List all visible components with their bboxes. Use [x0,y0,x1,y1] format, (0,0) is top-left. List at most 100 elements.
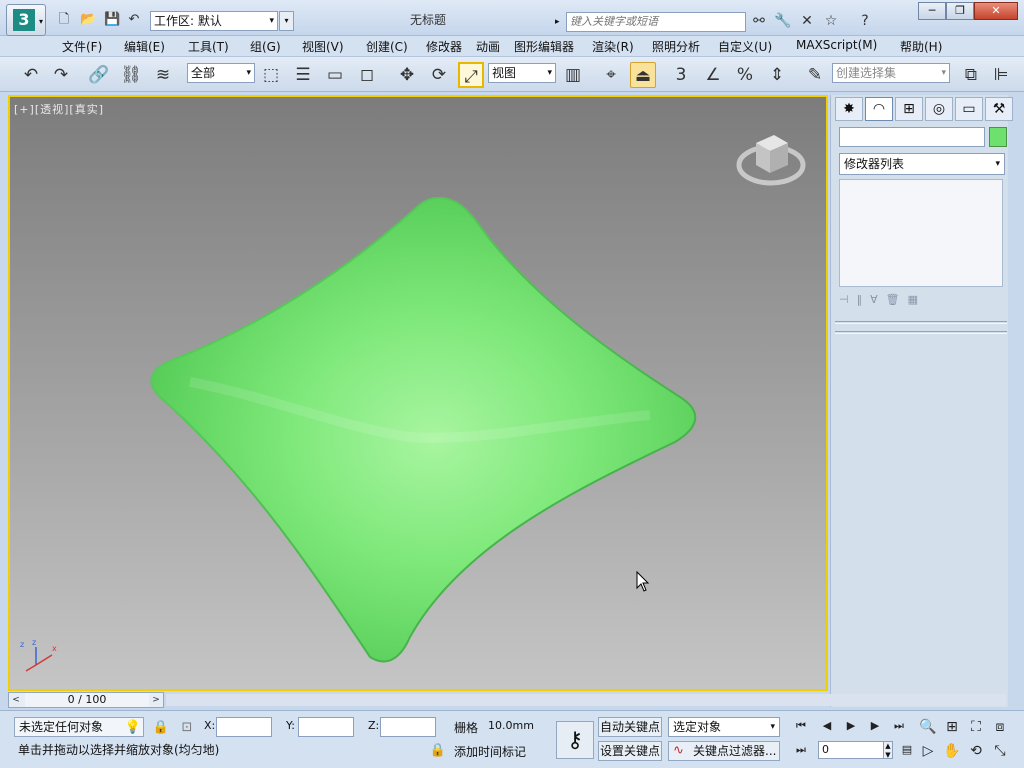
modifier-list-dropdown[interactable]: 修改器列表 ▾ [839,153,1005,175]
bind-to-space-warp-icon[interactable]: ≋ [150,62,176,88]
pin-stack-icon[interactable]: ⊣ [839,293,857,306]
window-crossing-icon[interactable]: ◻ [354,62,380,88]
go-to-start-icon[interactable]: ⏮ [792,717,810,735]
rectangular-selection-icon[interactable]: ▭ [322,62,348,88]
align-icon[interactable]: ⊫ [988,62,1014,88]
play-icon[interactable]: ▶ [842,717,860,735]
make-unique-icon[interactable]: ∀ [870,293,886,306]
create-icon[interactable]: ✸ [835,97,863,121]
menu-tools[interactable]: 工具(T) [188,38,229,55]
undo-icon[interactable]: ↶ [18,62,44,88]
frame-spinner-icon[interactable]: ▲ ▼ [883,741,893,759]
menu-rendering[interactable]: 渲染(R) [592,38,634,55]
time-slider[interactable]: < 0 / 100 > [8,692,164,708]
hierarchy-icon[interactable]: ⊞ [895,97,923,121]
previous-frame-icon[interactable]: ◀ [818,717,836,735]
time-slider-next-icon[interactable]: > [149,693,163,707]
help-icon[interactable]: ? [856,12,874,30]
display-icon[interactable]: ▭ [955,97,983,121]
quick-access-dropdown[interactable]: ▾ [279,11,294,31]
time-slider-prev-icon[interactable]: < [9,693,23,707]
workspace-dropdown[interactable]: 工作区: 默认 ▾ [150,11,278,31]
save-icon[interactable]: 💾 [104,12,120,28]
new-file-icon[interactable]: 🗋 [56,12,72,28]
select-and-link-icon[interactable]: 🔗 [86,62,112,88]
menu-customize[interactable]: 自定义(U) [718,38,772,55]
select-by-name-icon[interactable]: ☰ [290,62,316,88]
y-coordinate-field[interactable] [298,717,354,737]
open-folder-icon[interactable]: 📂 [80,12,96,28]
motion-icon[interactable]: ◎ [925,97,953,121]
key-mode-selection-dropdown[interactable]: 选定对象 ▾ [668,717,780,737]
binoculars-icon[interactable]: ⚯ [750,12,768,30]
named-selection-input[interactable]: 创建选择集 ▾ [832,63,950,83]
reference-coordinate-dropdown[interactable]: 视图 ▾ [488,63,556,83]
key-filters-button[interactable]: ∿ 关键点过滤器... [668,741,780,761]
next-frame-icon[interactable]: ▶ [866,717,884,735]
show-end-result-icon[interactable]: ‖ [857,293,871,306]
undo-arrow-icon[interactable]: ↶ [126,12,142,28]
add-time-tag[interactable]: 添加时间标记 [454,743,526,760]
time-tag-lock-icon[interactable]: 🔒 [428,741,448,761]
wrench-icon[interactable]: 🔧 [774,12,792,30]
perspective-viewport[interactable]: [+][透视][真实] z z x [8,95,828,691]
maximize-viewport-icon[interactable]: ⤡ [990,741,1010,761]
time-slider-frame[interactable]: 0 / 100 [25,693,149,707]
select-object-icon[interactable]: ⬚ [258,62,284,88]
select-and-scale-icon[interactable]: ⤢ [458,62,484,88]
object-color-swatch[interactable] [989,127,1007,147]
x-coordinate-field[interactable] [216,717,272,737]
key-mode-toggle-icon[interactable]: ⏭ [792,741,810,759]
go-to-end-icon[interactable]: ⏭ [890,717,908,735]
exchange-icon[interactable]: ✕ [798,12,816,30]
object-name-field[interactable] [839,127,985,147]
maximize-button[interactable]: ❐ [946,2,974,20]
selection-lock-icon[interactable]: 🔒 [152,719,170,737]
application-button[interactable]: 3 ▾ [6,4,46,36]
set-key-button[interactable]: 设置关键点 [598,741,662,761]
utilities-icon[interactable]: ⚒ [985,97,1013,121]
menu-modifiers[interactable]: 修改器 [426,38,462,55]
spinner-snap-icon[interactable]: ⇕ [764,62,790,88]
modify-icon[interactable]: ◠ [865,97,893,121]
close-button[interactable]: ✕ [974,2,1018,20]
select-and-rotate-icon[interactable]: ⟳ [426,62,452,88]
z-coordinate-field[interactable] [380,717,436,737]
select-manipulate-icon[interactable]: ⌖ [598,62,624,88]
menu-file[interactable]: 文件(F) [62,38,102,55]
menu-group[interactable]: 组(G) [250,38,281,55]
minimize-button[interactable]: ─ [918,2,946,20]
orbit-icon[interactable]: ⟲ [966,741,986,761]
time-configuration-icon[interactable]: ▤ [898,741,916,759]
remove-modifier-icon[interactable]: 🗑 [886,293,908,306]
viewcube-icon[interactable] [736,125,806,195]
percent-snap-icon[interactable]: % [732,62,758,88]
field-of-view-icon[interactable]: ▷ [918,741,938,761]
mirror-icon[interactable]: ⧉ [958,62,984,88]
search-input[interactable]: 键入关键字或短语 [566,12,746,32]
isolate-selection-icon[interactable]: 💡 [124,719,142,737]
menu-help[interactable]: 帮助(H) [900,38,942,55]
edit-named-selection-icon[interactable]: ✎ [802,62,828,88]
absolute-mode-icon[interactable]: ⊡ [178,719,196,737]
angle-snap-icon[interactable]: ∠ [700,62,726,88]
menu-graph-editors[interactable]: 图形编辑器 [514,38,574,55]
menu-create[interactable]: 创建(C) [366,38,408,55]
modifier-stack[interactable] [839,179,1003,287]
select-and-move-icon[interactable]: ✥ [394,62,420,88]
selection-filter-dropdown[interactable]: 全部 ▾ [187,63,255,83]
zoom-all-icon[interactable]: ⊞ [942,717,962,737]
track-bar[interactable] [166,694,1006,706]
menu-views[interactable]: 视图(V) [302,38,344,55]
configure-modifier-sets-icon[interactable]: ▦ [908,293,926,306]
pillow-object[interactable] [10,97,826,689]
snaps-toggle-icon[interactable]: 3 [668,62,694,88]
menu-edit[interactable]: 编辑(E) [124,38,165,55]
pivot-center-icon[interactable]: ▥ [560,62,586,88]
menu-lighting-analysis[interactable]: 照明分析 [652,38,700,55]
zoom-extents-icon[interactable]: ⛶ [966,717,986,737]
menu-animation[interactable]: 动画 [476,38,500,55]
set-keys-icon[interactable]: ⚷ [556,721,594,759]
unlink-selection-icon[interactable]: ⛓ [118,62,144,88]
menu-maxscript[interactable]: MAXScript(M) [796,38,877,52]
